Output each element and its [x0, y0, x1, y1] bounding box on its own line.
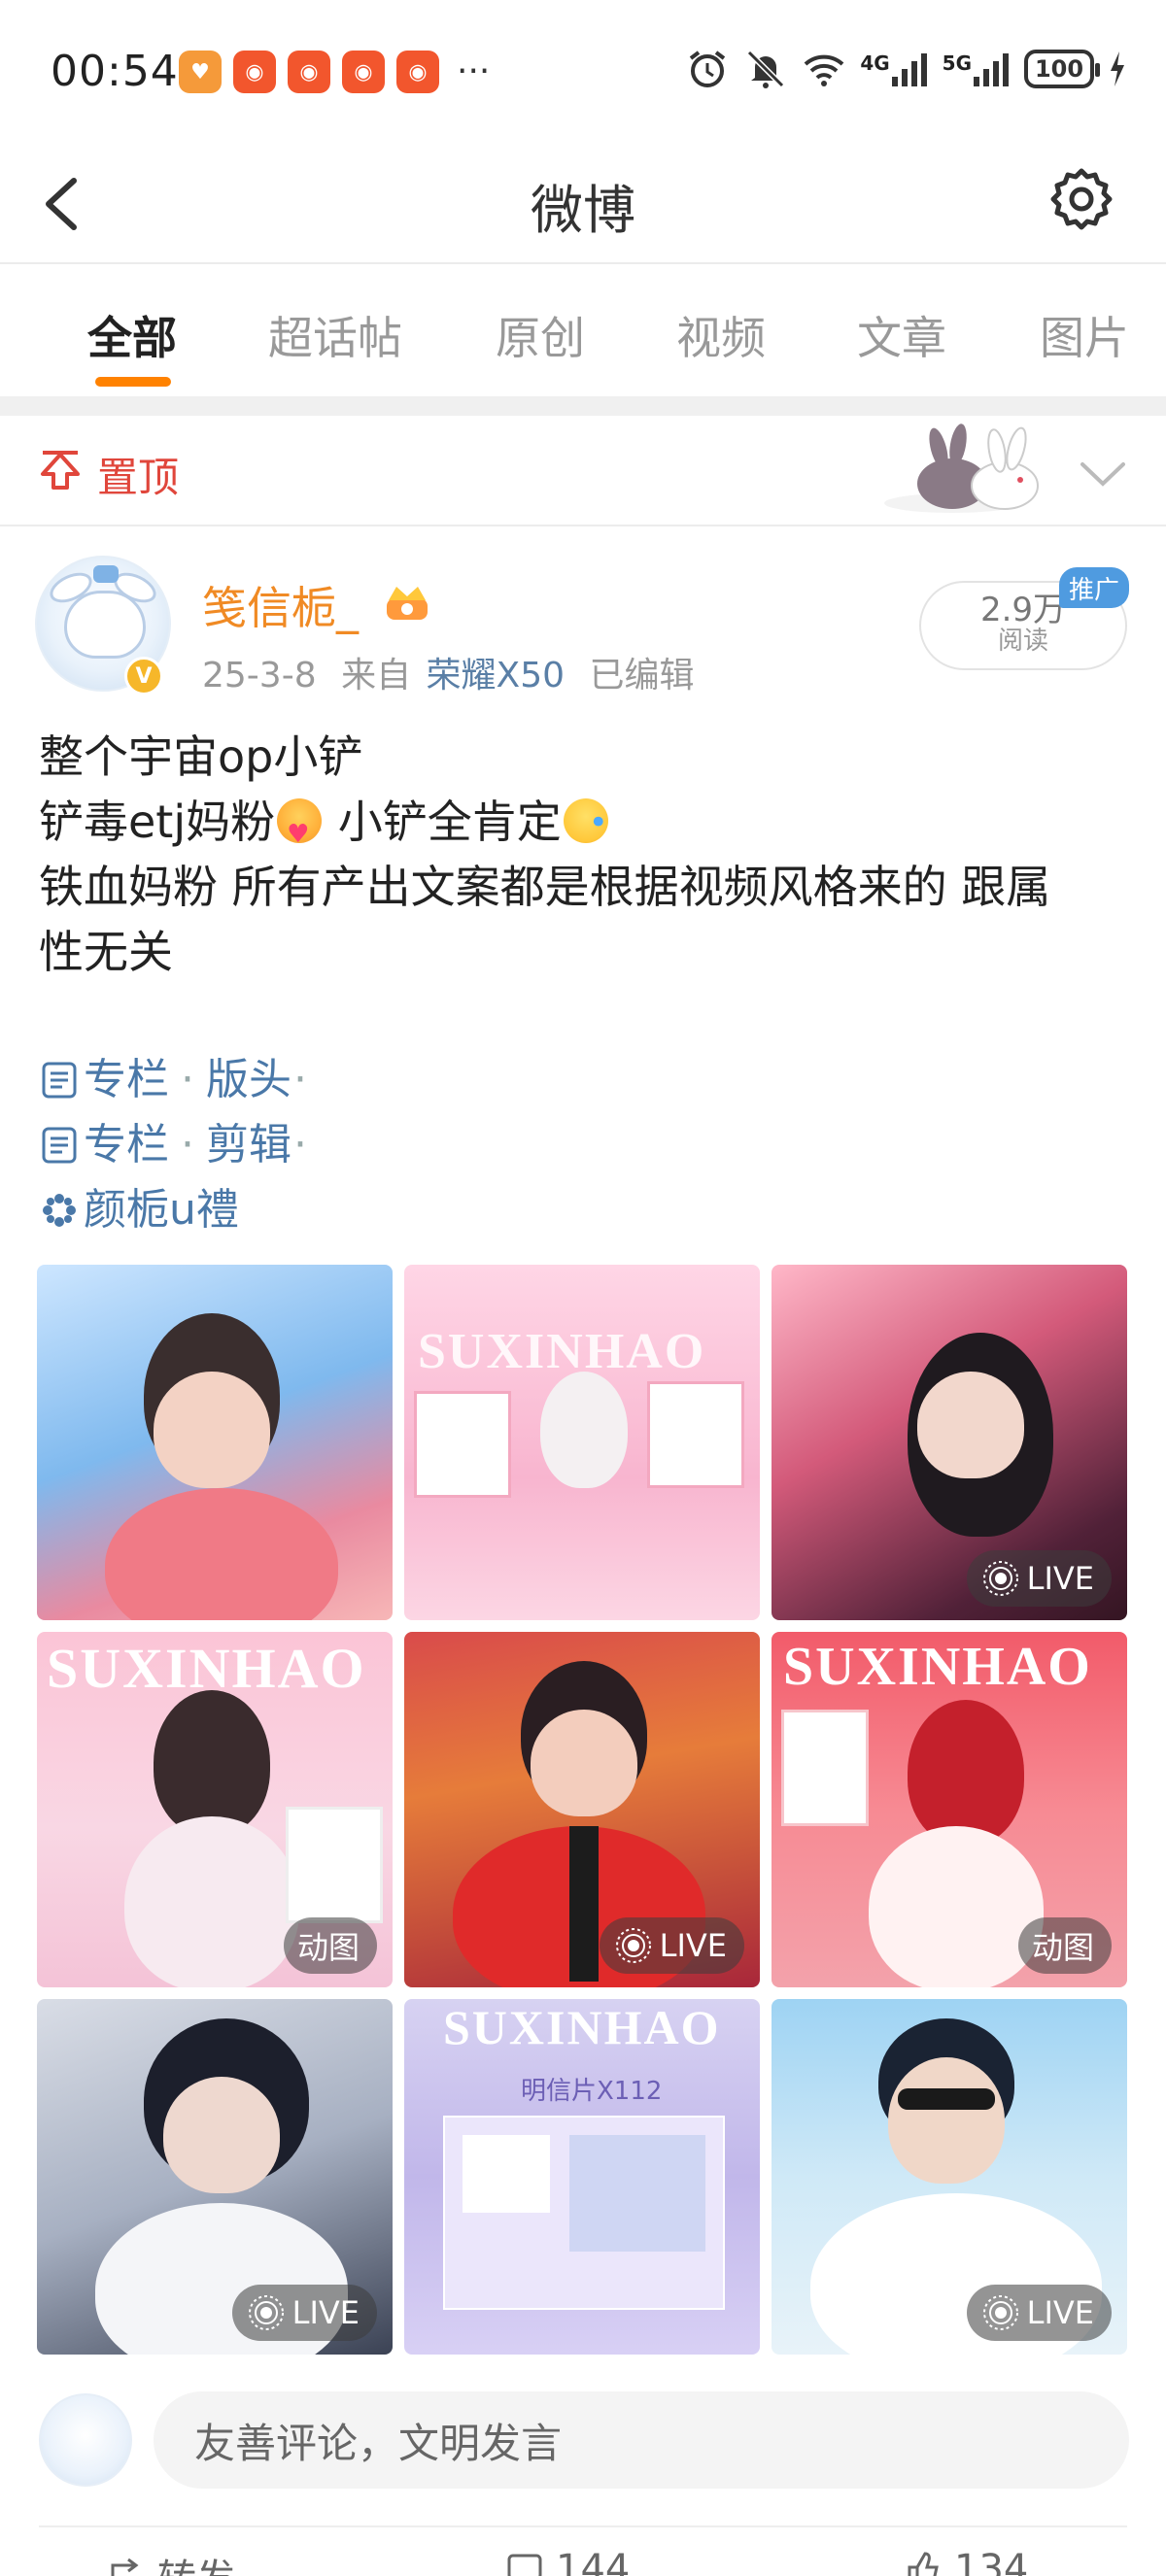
bunnies-decoration-icon — [884, 424, 1039, 513]
post-image[interactable]: LIVE — [772, 1265, 1127, 1620]
like-button[interactable]: 134 — [904, 2547, 1028, 2576]
repost-button[interactable]: 转发 — [107, 2547, 235, 2576]
post-meta: 25-3-8 来自 荣耀X50 已编辑 — [202, 647, 707, 697]
app-notification-icon: ◉ — [342, 51, 385, 93]
post-links: 专栏 · 版头 · 专栏 · 剪辑 · 颜栀u禮 — [39, 1047, 319, 1242]
signal-5g-icon: 5G — [943, 50, 1011, 88]
gif-badge: 动图 — [283, 1917, 377, 1974]
sweat-smile-emoji-icon — [563, 791, 608, 856]
more-notifications-icon: ··· — [457, 51, 491, 91]
link-column-header[interactable]: 专栏 · 版头 · — [39, 1047, 319, 1112]
image-caption: 明信片X112 — [521, 2077, 663, 2106]
live-photo-icon — [982, 2295, 1018, 2330]
signal-4g-icon: 4G — [860, 50, 928, 88]
post-image[interactable]: SUXINHAO — [404, 1265, 760, 1620]
tab-article[interactable]: 文章 — [857, 303, 946, 367]
post-image[interactable]: LIVE — [37, 1999, 393, 2355]
post-line-with-emoji: 铲毒etj妈粉 小铲全肯定 — [39, 790, 1137, 867]
action-bar: 转发 144 134 — [0, 2547, 1166, 2576]
live-badge: LIVE — [966, 2285, 1112, 2341]
heart-app-icon: ♥ — [179, 51, 222, 93]
status-bar: 00:54 ♥ ◉ ◉ ◉ ◉ ··· 4G 5G 100 — [0, 0, 1166, 146]
post-image[interactable]: SUXINHAO 动图 — [772, 1632, 1127, 1987]
divider — [39, 2525, 1127, 2527]
pinned-label: 置顶 — [97, 454, 180, 501]
tab-video[interactable]: 视频 — [676, 303, 766, 367]
tab-all[interactable]: 全部 — [87, 303, 177, 367]
username[interactable]: 笺信栀_ — [202, 573, 359, 637]
post-line: 铁血妈粉 所有产出文案都是根据视频风格来的 跟属 — [39, 861, 1051, 913]
notification-icons: ♥ ◉ ◉ ◉ ◉ ··· — [179, 51, 490, 93]
link-column-editing[interactable]: 专栏 · 剪辑 · — [39, 1112, 319, 1177]
gif-badge: 动图 — [1017, 1917, 1112, 1974]
live-photo-icon — [982, 1561, 1018, 1596]
post-date: 25-3-8 — [202, 656, 317, 695]
post-image[interactable]: SUXINHAO 动图 — [37, 1632, 393, 1987]
charging-icon — [1111, 51, 1124, 86]
status-time: 00:54 — [51, 47, 179, 96]
super-topic-icon — [43, 1193, 76, 1227]
post-image[interactable] — [37, 1265, 393, 1620]
live-photo-icon — [615, 1928, 651, 1963]
post-line: 性无关 — [39, 926, 173, 978]
source-device[interactable]: 荣耀X50 — [427, 656, 565, 695]
my-avatar — [39, 2393, 132, 2487]
nav-bar: 微博 — [0, 146, 1166, 264]
wifi-icon — [804, 54, 844, 86]
post-body: 整个宇宙op小铲 铲毒etj妈粉 小铲全肯定 铁血妈粉 所有产出文案都是根据视频… — [39, 725, 1137, 985]
chevron-down-icon[interactable] — [1079, 458, 1127, 490]
link-super-topic[interactable]: 颜栀u禮 — [39, 1177, 319, 1242]
article-icon — [42, 1127, 77, 1163]
image-grid: SUXINHAO LIVE SUXINHAO 动图 LIVE SUXINHAO — [37, 1265, 1129, 2355]
heart-eyes-emoji-icon — [277, 798, 323, 867]
article-icon — [42, 1062, 77, 1098]
promote-tag[interactable]: 推广 — [1059, 567, 1129, 608]
active-tab-indicator — [95, 377, 171, 387]
live-badge: LIVE — [231, 2285, 377, 2341]
tab-pictures[interactable]: 图片 — [1040, 303, 1129, 367]
pinned-bar[interactable]: 置顶 — [0, 416, 1166, 526]
comment-icon — [507, 2554, 542, 2576]
mute-bell-icon — [747, 50, 785, 88]
live-badge: LIVE — [599, 1917, 744, 1974]
comment-input[interactable]: 友善评论，文明发言 — [154, 2391, 1129, 2489]
battery-icon: 100 — [1024, 50, 1100, 88]
read-label: 阅读 — [997, 627, 1048, 656]
app-notification-icon: ◉ — [233, 51, 276, 93]
tab-original[interactable]: 原创 — [496, 303, 585, 367]
pin-top-icon — [41, 451, 80, 490]
source-prefix: 来自 — [341, 656, 412, 695]
post-image[interactable]: SUXINHAO 明信片X112 — [404, 1999, 760, 2355]
edited-label[interactable]: 已编辑 — [589, 656, 694, 695]
alarm-icon — [690, 51, 726, 87]
settings-gear-icon[interactable] — [1047, 165, 1115, 233]
verified-badge-icon: V — [124, 657, 163, 695]
section-divider — [0, 396, 1166, 416]
crown-icon — [387, 587, 428, 620]
post-image[interactable]: LIVE — [404, 1632, 760, 1987]
comment-button[interactable]: 144 — [505, 2547, 630, 2576]
live-badge: LIVE — [966, 1550, 1112, 1607]
post-line: 整个宇宙op小铲 — [39, 730, 363, 783]
tab-super-topic[interactable]: 超话帖 — [268, 303, 402, 367]
repost-icon — [111, 2558, 139, 2576]
page-title: 微博 — [531, 180, 635, 241]
post-image[interactable]: LIVE — [772, 1999, 1127, 2355]
app-notification-icon: ◉ — [288, 51, 330, 93]
filter-tabs: 全部 超话帖 原创 视频 文章 图片 — [0, 264, 1166, 396]
app-notification-icon: ◉ — [396, 51, 439, 93]
live-photo-icon — [248, 2295, 284, 2330]
like-icon — [908, 2552, 939, 2576]
